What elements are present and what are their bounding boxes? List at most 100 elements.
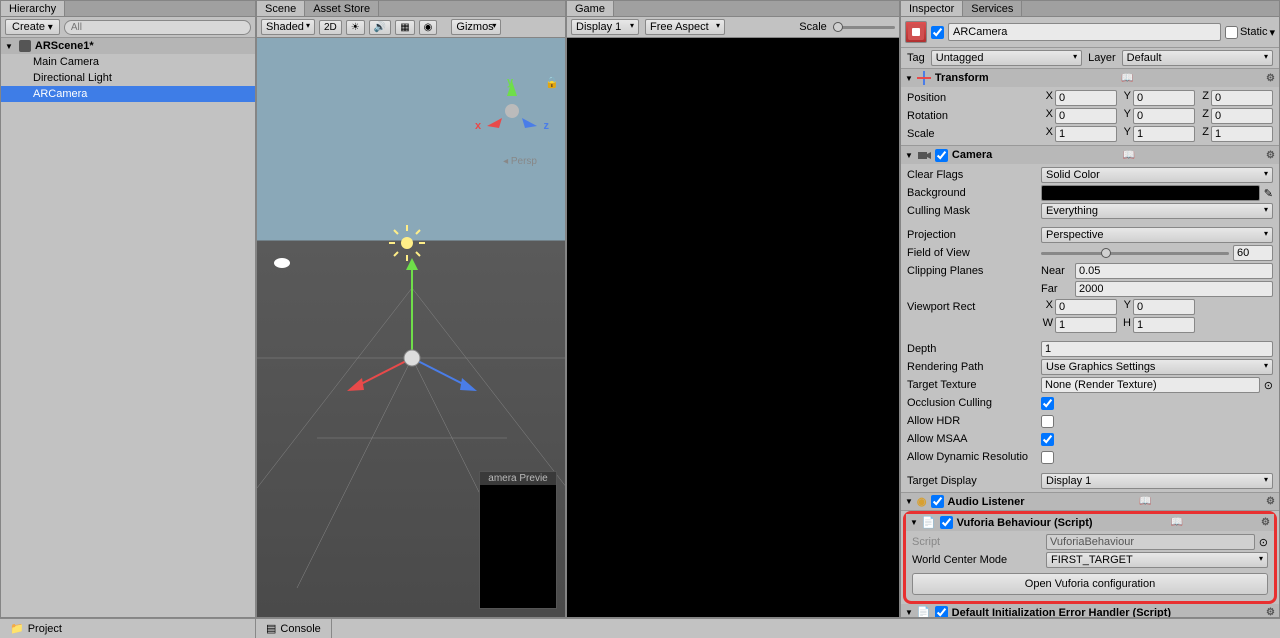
services-tab[interactable]: Services xyxy=(963,1,1022,16)
pos-y-input[interactable] xyxy=(1133,90,1195,106)
gear-icon[interactable]: ⚙ xyxy=(1261,517,1270,528)
active-checkbox[interactable] xyxy=(931,26,944,39)
fov-input[interactable] xyxy=(1233,245,1273,261)
hierarchy-item-main-camera[interactable]: Main Camera xyxy=(1,54,255,70)
gizmo-toggle[interactable]: ◉ xyxy=(419,20,438,35)
camera-component: Camera 📖 ⚙ Clear FlagsSolid Color Backgr… xyxy=(901,146,1279,493)
hierarchy-item-arcamera[interactable]: ARCamera xyxy=(1,86,255,102)
hierarchy-tab[interactable]: Hierarchy xyxy=(1,1,65,16)
background-color[interactable] xyxy=(1041,185,1260,201)
gizmos-dropdown[interactable]: Gizmos xyxy=(451,19,501,35)
object-picker-icon[interactable]: ⊙ xyxy=(1259,536,1268,549)
error-handler-header[interactable]: 📄 Default Initialization Error Handler (… xyxy=(901,604,1279,617)
script-icon: 📄 xyxy=(917,606,931,617)
gear-icon[interactable]: ⚙ xyxy=(1266,73,1275,84)
hdr-checkbox[interactable] xyxy=(1041,415,1054,428)
layer-dropdown[interactable]: Default xyxy=(1122,50,1273,66)
depth-input[interactable] xyxy=(1041,341,1273,357)
display-dropdown[interactable]: Display 1 xyxy=(571,19,639,35)
static-checkbox[interactable] xyxy=(1225,26,1238,39)
axis-z-label: z xyxy=(544,120,550,132)
rot-y-input[interactable] xyxy=(1133,108,1195,124)
help-icon[interactable]: 📖 xyxy=(1123,150,1135,161)
shading-dropdown[interactable]: Shaded xyxy=(261,19,315,35)
rot-x-input[interactable] xyxy=(1055,108,1117,124)
axis-x-label: x xyxy=(475,120,481,132)
pos-x-input[interactable] xyxy=(1055,90,1117,106)
unity-icon xyxy=(19,40,31,52)
project-tab[interactable]: 📁 Project xyxy=(0,619,256,638)
help-icon[interactable]: 📖 xyxy=(1171,517,1183,528)
vp-h-input[interactable] xyxy=(1133,317,1195,333)
camera-enable-checkbox[interactable] xyxy=(935,149,948,162)
game-view[interactable] xyxy=(567,38,899,617)
aspect-dropdown[interactable]: Free Aspect xyxy=(645,19,725,35)
object-name-input[interactable] xyxy=(948,23,1221,41)
static-dropdown-icon[interactable]: ▾ xyxy=(1269,26,1275,39)
world-center-dropdown[interactable]: FIRST_TARGET xyxy=(1046,552,1268,568)
vp-x-input[interactable] xyxy=(1055,299,1117,315)
transform-header[interactable]: Transform 📖 ⚙ xyxy=(901,69,1279,87)
hierarchy-panel: Hierarchy Create ▾ ARScene1* Main Camera… xyxy=(0,0,256,618)
target-display-dropdown[interactable]: Display 1 xyxy=(1041,473,1273,489)
lock-icon[interactable]: 🔒 xyxy=(545,76,559,89)
scl-y-input[interactable] xyxy=(1133,126,1195,142)
inspector-tab[interactable]: Inspector xyxy=(901,1,963,16)
vuforia-enable-checkbox[interactable] xyxy=(940,516,953,529)
scene-tab[interactable]: Scene xyxy=(257,1,305,16)
persp-label[interactable]: Persp xyxy=(503,156,537,167)
gear-icon[interactable]: ⚙ xyxy=(1266,607,1275,617)
2d-toggle[interactable]: 2D xyxy=(319,20,342,35)
near-input[interactable] xyxy=(1075,263,1273,279)
fx-toggle[interactable]: ▦ xyxy=(395,20,414,35)
scene-view[interactable]: 🔒 y x z Persp xyxy=(257,38,565,617)
help-icon[interactable]: 📖 xyxy=(1139,496,1151,507)
msaa-checkbox[interactable] xyxy=(1041,433,1054,446)
far-input[interactable] xyxy=(1075,281,1273,297)
projection-dropdown[interactable]: Perspective xyxy=(1041,227,1273,243)
position-label: Position xyxy=(907,92,1037,104)
error-handler-enable-checkbox[interactable] xyxy=(935,606,948,617)
gear-icon[interactable]: ⚙ xyxy=(1266,496,1275,507)
occlusion-checkbox[interactable] xyxy=(1041,397,1054,410)
eyedropper-icon[interactable]: ✎ xyxy=(1264,187,1273,200)
audio-toggle[interactable]: 🔊 xyxy=(369,20,391,35)
object-picker-icon[interactable]: ⊙ xyxy=(1264,379,1273,392)
project-icon: 📁 xyxy=(10,622,24,635)
audio-listener-header[interactable]: ◉ Audio Listener 📖 ⚙ xyxy=(901,493,1279,510)
vuforia-header[interactable]: 📄 Vuforia Behaviour (Script) 📖 ⚙ xyxy=(906,514,1274,531)
hierarchy-item-directional-light[interactable]: Directional Light xyxy=(1,70,255,86)
console-tab[interactable]: ▤ Console xyxy=(256,619,332,638)
create-button[interactable]: Create ▾ xyxy=(5,19,60,35)
bottom-bar: 📁 Project ▤ Console xyxy=(0,618,1280,638)
camera-preview-label: amera Previe xyxy=(480,472,556,485)
fov-slider[interactable] xyxy=(1101,248,1111,258)
dynamic-res-checkbox[interactable] xyxy=(1041,451,1054,464)
vp-y-input[interactable] xyxy=(1133,299,1195,315)
rot-z-input[interactable] xyxy=(1211,108,1273,124)
open-vuforia-config-button[interactable]: Open Vuforia configuration xyxy=(912,573,1268,595)
camera-header[interactable]: Camera 📖 ⚙ xyxy=(901,146,1279,164)
target-texture-input[interactable] xyxy=(1041,377,1260,393)
scale-slider[interactable] xyxy=(833,22,843,32)
gear-icon[interactable]: ⚙ xyxy=(1266,150,1275,161)
vuforia-script-field xyxy=(1046,534,1255,550)
scene-header[interactable]: ARScene1* xyxy=(1,38,255,54)
audio-enable-checkbox[interactable] xyxy=(931,495,944,508)
pos-z-input[interactable] xyxy=(1211,90,1273,106)
clear-flags-dropdown[interactable]: Solid Color xyxy=(1041,167,1273,183)
help-icon[interactable]: 📖 xyxy=(1121,73,1133,84)
orientation-gizmo[interactable]: y x z xyxy=(477,76,547,146)
asset-store-tab[interactable]: Asset Store xyxy=(305,1,379,16)
scl-x-input[interactable] xyxy=(1055,126,1117,142)
game-tab[interactable]: Game xyxy=(567,1,614,16)
tag-dropdown[interactable]: Untagged xyxy=(931,50,1082,66)
culling-mask-dropdown[interactable]: Everything xyxy=(1041,203,1273,219)
rendering-path-dropdown[interactable]: Use Graphics Settings xyxy=(1041,359,1273,375)
vp-w-input[interactable] xyxy=(1055,317,1117,333)
scale-label: Scale xyxy=(907,128,1037,140)
scl-z-input[interactable] xyxy=(1211,126,1273,142)
hierarchy-search-input[interactable] xyxy=(64,20,251,35)
camera-preview: amera Previe xyxy=(479,471,557,609)
lighting-toggle[interactable]: ☀ xyxy=(346,20,365,35)
